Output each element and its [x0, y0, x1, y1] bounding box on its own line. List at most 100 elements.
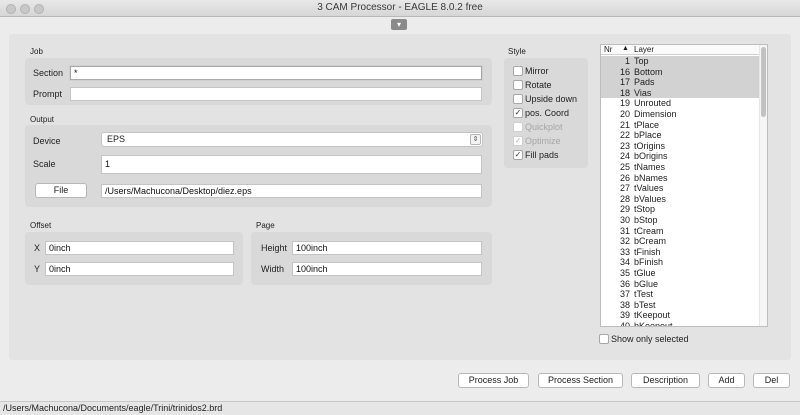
pin-toggle-button[interactable]: ▾ — [391, 19, 407, 30]
layer-row[interactable]: 30 bStop — [601, 215, 760, 226]
layer-list-scrollbar[interactable] — [759, 45, 767, 326]
device-label: Device — [33, 136, 61, 146]
process-section-button[interactable]: Process Section — [538, 373, 623, 388]
layer-row[interactable]: 40 bKeepout — [601, 321, 760, 327]
layer-row[interactable]: 33 tFinish — [601, 247, 760, 258]
checkmark-icon: ✓ — [513, 136, 523, 146]
layer-number: 36 — [619, 278, 630, 289]
section-input[interactable]: * — [70, 66, 482, 80]
layer-number: 1 — [624, 56, 630, 66]
layer-row[interactable]: 39 tKeepout — [601, 310, 760, 321]
layer-name: tGlue — [634, 268, 656, 278]
layer-number: 19 — [619, 98, 630, 109]
layer-number: 24 — [619, 151, 630, 162]
layer-row[interactable]: 36 bGlue — [601, 279, 760, 290]
fill-pads-label: Fill pads — [525, 150, 559, 160]
del-button[interactable]: Del — [753, 373, 790, 388]
layer-name: bOrigins — [634, 151, 668, 162]
layer-number: 18 — [619, 87, 630, 98]
page-group — [251, 232, 492, 285]
layer-list-header: Nr ▲ Layer — [601, 45, 760, 55]
layer-number: 17 — [619, 77, 630, 88]
layer-name: tPlace — [634, 119, 660, 130]
pos-coord-label: pos. Coord — [525, 108, 570, 118]
scale-label: Scale — [33, 159, 56, 169]
layer-name: bCream — [634, 236, 667, 247]
nr-column-header[interactable]: Nr — [604, 45, 612, 54]
layer-row[interactable]: 28 bValues — [601, 194, 760, 205]
layer-row[interactable]: 31 tCream — [601, 226, 760, 237]
checkbox-box[interactable] — [513, 66, 523, 76]
device-value: EPS — [107, 134, 126, 144]
file-path-input[interactable]: /Users/Machucona/Desktop/diez.eps — [101, 184, 482, 198]
layer-list[interactable]: Nr ▲ Layer 1 Top 16 Bottom 17 Pads 18 Vias 19 Unr… — [600, 44, 768, 327]
layer-row[interactable]: 26 bNames — [601, 173, 760, 184]
layer-name: bStop — [634, 215, 658, 225]
checkbox-box[interactable] — [599, 334, 609, 344]
status-file-path: /Users/Machucona/Documents/eagle/Trini/t… — [3, 403, 223, 413]
checkmark-icon[interactable]: ✓ — [513, 150, 523, 160]
layer-name: tKeepout — [634, 310, 671, 321]
checkbox-box[interactable] — [513, 80, 523, 90]
offset-group — [25, 232, 243, 285]
layer-number: 33 — [619, 246, 630, 257]
layer-row[interactable]: 17 Pads — [601, 77, 760, 88]
layer-number: 16 — [619, 66, 630, 77]
offset-y-label: Y — [34, 264, 41, 274]
layer-row[interactable]: 38 bTest — [601, 300, 760, 311]
process-job-button[interactable]: Process Job — [458, 373, 529, 388]
prompt-input[interactable] — [70, 87, 482, 101]
file-button[interactable]: File — [35, 183, 87, 198]
layer-row[interactable]: 25 tNames — [601, 162, 760, 173]
job-heading: Job — [30, 47, 43, 56]
layer-row[interactable]: 22 bPlace — [601, 130, 760, 141]
layer-name: bFinish — [634, 257, 664, 268]
checkmark-icon[interactable]: ✓ — [513, 108, 523, 118]
layer-row[interactable]: 19 Unrouted — [601, 98, 760, 109]
layer-row[interactable]: 34 bFinish — [601, 257, 760, 268]
layer-row[interactable]: 16 Bottom — [601, 66, 760, 78]
layer-name: tValues — [634, 183, 664, 194]
layer-row[interactable]: 23 tOrigins — [601, 141, 760, 152]
layer-row[interactable]: 21 tPlace — [601, 120, 760, 131]
page-width-input[interactable]: 100inch — [292, 262, 482, 276]
layer-name: tTest — [634, 289, 654, 300]
layer-row[interactable]: 37 tTest — [601, 289, 760, 300]
layer-name: tFinish — [634, 246, 661, 257]
layer-number: 34 — [619, 257, 630, 268]
layer-row[interactable]: 35 tGlue — [601, 268, 760, 279]
add-button[interactable]: Add — [708, 373, 745, 388]
checkbox-box[interactable] — [513, 94, 523, 104]
page-height-input[interactable]: 100inch — [292, 241, 482, 255]
style-heading: Style — [508, 47, 526, 56]
description-button[interactable]: Description — [631, 373, 700, 388]
scrollbar-thumb[interactable] — [761, 47, 766, 117]
chevron-down-icon: ▾ — [396, 20, 401, 29]
quickplot-label: Quickplot — [525, 122, 563, 132]
layer-name: bTest — [634, 299, 656, 310]
layer-row[interactable]: 29 tStop — [601, 204, 760, 215]
layer-name: tStop — [634, 204, 656, 215]
layer-number: 26 — [619, 172, 630, 183]
layer-column-header[interactable]: Layer — [634, 45, 654, 54]
page-heading: Page — [256, 221, 275, 230]
optimize-label: Optimize — [525, 136, 561, 146]
layer-number: 28 — [619, 193, 630, 204]
sort-ascending-icon[interactable]: ▲ — [622, 45, 629, 52]
scale-input[interactable]: 1 — [101, 155, 482, 174]
layer-row[interactable]: 27 tValues — [601, 183, 760, 194]
offset-y-input[interactable]: 0inch — [45, 262, 234, 276]
layer-name: bKeepout — [634, 321, 673, 327]
layer-row[interactable]: 24 bOrigins — [601, 151, 760, 162]
layer-row[interactable]: 1 Top — [601, 56, 760, 67]
layer-row[interactable]: 18 Vias — [601, 87, 760, 99]
layer-row[interactable]: 20 Dimension — [601, 109, 760, 120]
layer-name: Top — [634, 56, 649, 66]
offset-x-label: X — [34, 243, 41, 253]
layer-number: 30 — [619, 215, 630, 225]
offset-heading: Offset — [30, 221, 52, 230]
layer-number: 20 — [619, 109, 630, 119]
layer-row[interactable]: 32 bCream — [601, 236, 760, 247]
device-select[interactable]: EPS ⇕ — [101, 132, 483, 147]
offset-x-input[interactable]: 0inch — [45, 241, 234, 255]
